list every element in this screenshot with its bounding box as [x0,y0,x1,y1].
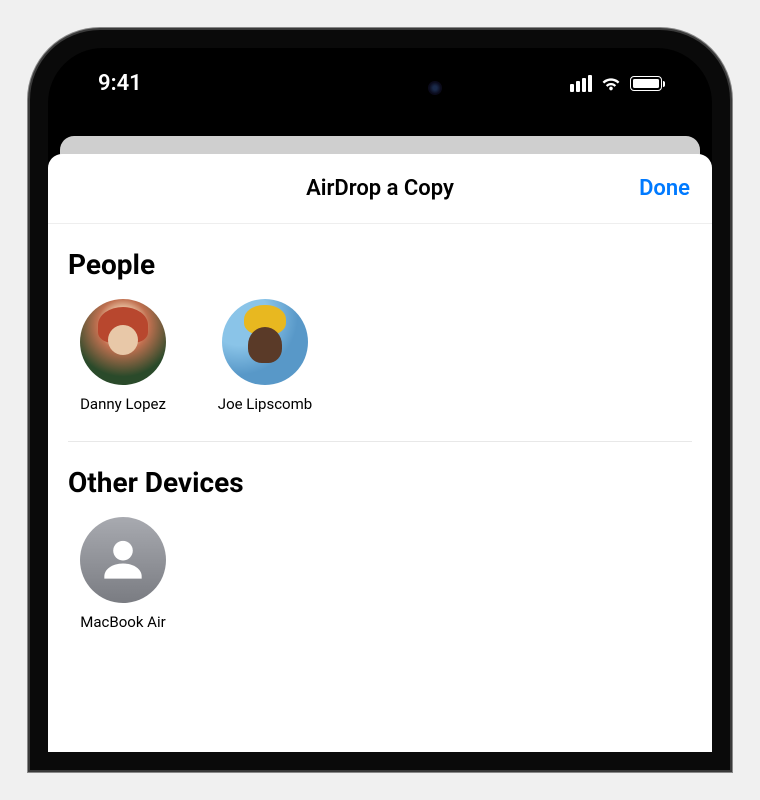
devices-section-title: Other Devices [68,466,692,499]
airdrop-device[interactable]: MacBook Air [68,517,178,631]
avatar [80,299,166,385]
person-name: Danny Lopez [80,395,166,413]
airdrop-person[interactable]: Joe Lipscomb [210,299,320,413]
person-name: Joe Lipscomb [218,395,312,413]
phone-frame: 9:41 AirDrop a Copy Done People [30,30,730,770]
screen: 9:41 AirDrop a Copy Done People [48,48,712,752]
sheet-title: AirDrop a Copy [306,176,454,201]
generic-avatar-icon [80,517,166,603]
avatar [222,299,308,385]
dynamic-island [300,66,460,110]
airdrop-person[interactable]: Danny Lopez [68,299,178,413]
people-section-title: People [68,248,692,281]
device-name: MacBook Air [80,613,165,631]
cellular-signal-icon [570,75,592,92]
status-time: 9:41 [98,71,142,96]
share-sheet: AirDrop a Copy Done People Danny Lopez J… [48,154,712,752]
devices-section: Other Devices MacBook Air [48,442,712,659]
sheet-header: AirDrop a Copy Done [48,154,712,224]
wifi-icon [600,72,622,94]
people-section: People Danny Lopez Joe Lipscomb [48,224,712,441]
battery-icon [630,76,662,91]
front-camera [428,81,442,95]
done-button[interactable]: Done [639,176,690,201]
